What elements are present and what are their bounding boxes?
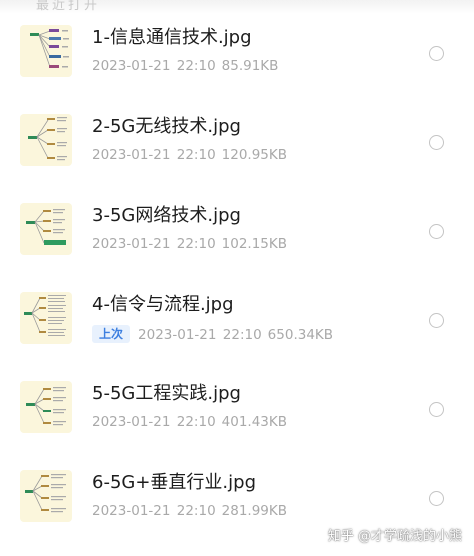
file-meta: 2023-01-21 22:10 401.43KB (92, 414, 287, 430)
file-meta: 2023-01-21 22:10 85.91KB (92, 58, 278, 74)
file-row[interactable]: 4-信令与流程.jpg 上次 2023-01-21 22:10 650.34KB (0, 292, 474, 376)
mindmap-thumbnail-icon (20, 381, 72, 433)
mindmap-thumbnail-icon (20, 25, 72, 77)
radio-button-icon[interactable] (429, 402, 444, 417)
file-row[interactable]: 3-5G网络技术.jpg 2023-01-21 22:10 102.15KB (0, 203, 474, 287)
file-name: 2-5G无线技术.jpg (92, 116, 241, 137)
file-size: 120.95KB (221, 147, 288, 163)
file-size: 102.15KB (221, 236, 288, 252)
file-date: 2023-01-21 22:10 (92, 503, 216, 519)
file-name: 5-5G工程实践.jpg (92, 383, 241, 404)
file-size: 401.43KB (221, 414, 288, 430)
watermark: 知乎 @才学疏浅的小熊 (327, 529, 462, 544)
file-date: 2023-01-21 22:10 (138, 327, 262, 343)
mindmap-thumbnail-icon (20, 203, 72, 255)
file-size: 650.34KB (267, 327, 334, 343)
file-name: 1-信息通信技术.jpg (92, 27, 252, 48)
file-size: 85.91KB (221, 58, 279, 74)
last-opened-badge: 上次 (92, 325, 131, 343)
mindmap-thumbnail-icon (20, 114, 72, 166)
file-name: 6-5G+垂直行业.jpg (92, 472, 257, 493)
file-date: 2023-01-21 22:10 (92, 147, 216, 163)
file-row[interactable]: 5-5G工程实践.jpg 2023-01-21 22:10 401.43KB (0, 381, 474, 465)
file-date: 2023-01-21 22:10 (92, 58, 216, 74)
mindmap-thumbnail-icon (20, 292, 72, 344)
radio-button-icon[interactable] (429, 135, 444, 150)
file-name: 4-信令与流程.jpg (92, 294, 234, 315)
top-fade: 最近打开 (0, 0, 474, 14)
file-meta: 2023-01-21 22:10 102.15KB (92, 236, 287, 252)
file-row[interactable]: 1-信息通信技术.jpg 2023-01-21 22:10 85.91KB (0, 25, 474, 109)
file-meta: 上次 2023-01-21 22:10 650.34KB (92, 325, 333, 343)
file-date: 2023-01-21 22:10 (92, 236, 216, 252)
radio-button-icon[interactable] (429, 313, 444, 328)
radio-button-icon[interactable] (429, 46, 444, 61)
file-date: 2023-01-21 22:10 (92, 414, 216, 430)
file-meta: 2023-01-21 22:10 120.95KB (92, 147, 287, 163)
radio-button-icon[interactable] (429, 224, 444, 239)
file-name: 3-5G网络技术.jpg (92, 205, 241, 226)
file-row[interactable]: 2-5G无线技术.jpg 2023-01-21 22:10 120.95KB (0, 114, 474, 198)
mindmap-thumbnail-icon (20, 470, 72, 522)
file-size: 281.99KB (221, 503, 288, 519)
file-meta: 2023-01-21 22:10 281.99KB (92, 503, 287, 519)
header-partial-text: 最近打开 (36, 0, 101, 13)
radio-button-icon[interactable] (429, 491, 444, 506)
